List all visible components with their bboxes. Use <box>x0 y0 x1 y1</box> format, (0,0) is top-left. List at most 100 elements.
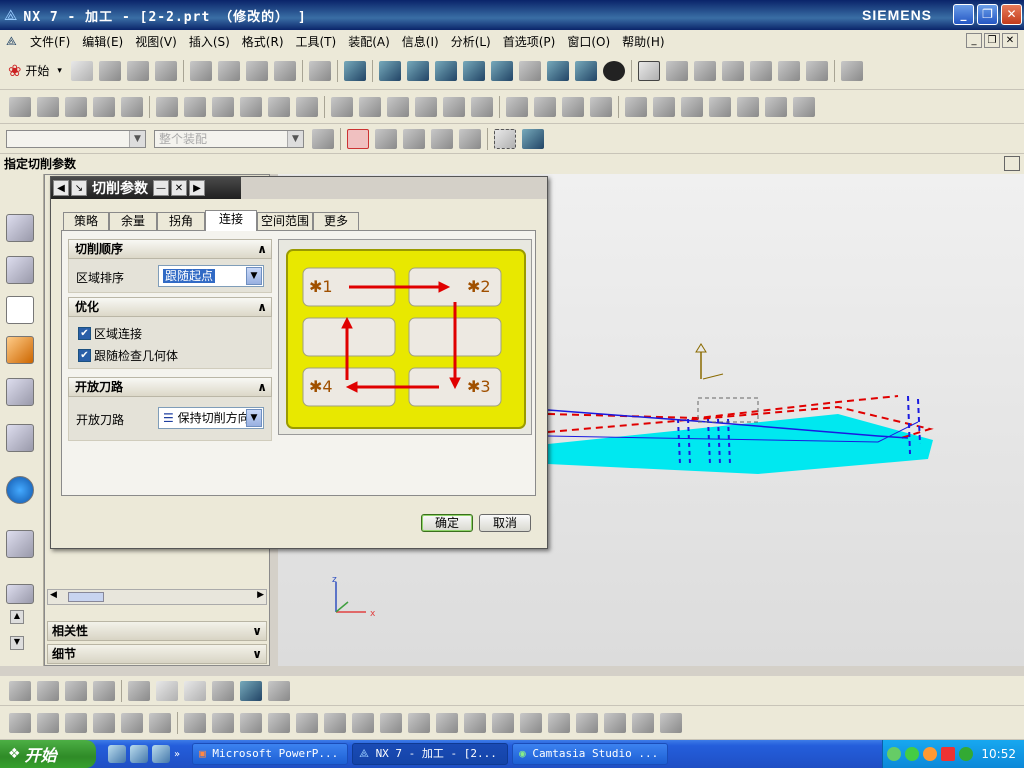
details-section[interactable]: 细节 ∨ <box>47 644 267 664</box>
generate-toolpath-icon[interactable] <box>156 96 178 117</box>
menu-assemblies[interactable]: 装配(A) <box>342 33 396 50</box>
scroll-up-icon[interactable]: ▲ <box>10 610 24 624</box>
scroll-thumb[interactable] <box>68 592 104 602</box>
shop-doc-icon[interactable] <box>359 96 381 117</box>
recorder-icon[interactable] <box>941 747 956 761</box>
scroll-left-icon[interactable]: ◀ <box>50 590 57 600</box>
feature-icon[interactable] <box>184 712 206 733</box>
perspective-icon[interactable] <box>546 60 569 81</box>
shaded-view-icon[interactable] <box>574 60 597 81</box>
tab-containment[interactable]: 空间范围 <box>257 212 313 230</box>
link-icon[interactable] <box>156 680 178 701</box>
reuse-library-icon[interactable] <box>6 336 34 364</box>
feature-icon[interactable] <box>296 712 318 733</box>
security-icon[interactable] <box>905 747 920 761</box>
cut-order-group-header[interactable]: 切削顺序 ∧ <box>68 239 272 259</box>
scroll-right-icon[interactable]: ▶ <box>257 590 264 600</box>
rectangle-select-icon[interactable] <box>494 128 516 149</box>
display-toolpath-icon[interactable] <box>506 96 528 117</box>
horizontal-scrollbar[interactable]: ◀ ▶ <box>47 589 267 605</box>
datum-icon[interactable] <box>665 60 688 81</box>
cutter-icon[interactable] <box>387 96 409 117</box>
feature-icon[interactable] <box>653 96 675 117</box>
machining-icon[interactable] <box>693 60 716 81</box>
feature-icon[interactable] <box>492 712 514 733</box>
tab-connections[interactable]: 连接 <box>205 210 257 231</box>
collapse-icon[interactable]: — <box>153 180 169 196</box>
quicklaunch-more-icon[interactable]: » <box>174 749 180 760</box>
filter-icon[interactable] <box>312 128 334 149</box>
menu-window[interactable]: 窗口(O) <box>561 33 616 50</box>
clock[interactable]: 10:52 <box>981 747 1016 761</box>
menu-file[interactable]: 文件(F) <box>24 33 76 50</box>
network-icon[interactable] <box>887 747 902 761</box>
close-button[interactable]: ✕ <box>1001 4 1022 25</box>
sketch-icon[interactable] <box>128 680 150 701</box>
feature-icon[interactable] <box>352 712 374 733</box>
update-icon[interactable] <box>959 747 974 761</box>
feature-icon[interactable] <box>149 712 171 733</box>
feature-icon[interactable] <box>240 712 262 733</box>
minimize-button[interactable]: _ <box>953 4 974 25</box>
menu-insert[interactable]: 插入(S) <box>183 33 236 50</box>
forward-icon[interactable]: ▶ <box>189 180 205 196</box>
wcs-icon[interactable] <box>637 60 660 81</box>
component-icon[interactable] <box>268 680 290 701</box>
replay-toolpath-icon[interactable] <box>184 96 206 117</box>
feature-edit-icon[interactable] <box>765 96 787 117</box>
tab-stock[interactable]: 余量 <box>109 212 157 230</box>
zoom-icon[interactable] <box>462 60 485 81</box>
select-icon[interactable] <box>777 60 800 81</box>
feature-icon[interactable] <box>121 712 143 733</box>
tab-more[interactable]: 更多 <box>313 212 359 230</box>
dependencies-section[interactable]: 相关性 ∨ <box>47 621 267 641</box>
follow-check-geometry-checkbox[interactable]: ✔ <box>78 349 91 362</box>
tab-strategy[interactable]: 策略 <box>63 212 109 230</box>
tool-icon[interactable] <box>9 680 31 701</box>
cancel-button[interactable]: 取消 <box>479 514 531 532</box>
info-icon[interactable] <box>343 60 366 81</box>
feeds-icon[interactable] <box>443 96 465 117</box>
block-icon[interactable] <box>737 96 759 117</box>
chevron-down-icon[interactable]: ▾ <box>57 66 62 76</box>
start-button[interactable]: ❖ 开始 <box>0 740 96 768</box>
rotate-icon[interactable] <box>490 60 513 81</box>
open-path-select[interactable]: ☰ 保持切削方向 ▼ <box>158 407 264 429</box>
feature-icon[interactable] <box>520 712 542 733</box>
operation-navigator-icon[interactable] <box>6 214 34 242</box>
media-icon[interactable] <box>152 745 170 763</box>
object-icon[interactable] <box>590 96 612 117</box>
create-program-icon[interactable] <box>9 96 31 117</box>
body-rule-icon[interactable] <box>459 128 481 149</box>
measure-icon[interactable] <box>840 60 863 81</box>
open-path-group-header[interactable]: 开放刀路 ∧ <box>68 377 272 397</box>
machine-tool-icon[interactable] <box>6 424 34 452</box>
feature-icon[interactable] <box>324 712 346 733</box>
zoom-area-icon[interactable] <box>434 60 457 81</box>
delete-icon[interactable] <box>273 60 296 81</box>
maximize-button[interactable]: ❐ <box>977 4 998 25</box>
verify-toolpath-icon[interactable] <box>240 96 262 117</box>
save-icon[interactable] <box>126 60 149 81</box>
curve-rule-icon[interactable] <box>403 128 425 149</box>
feature-icon[interactable] <box>65 712 87 733</box>
region-connect-checkbox[interactable]: ✔ <box>78 327 91 340</box>
info-window-icon[interactable] <box>6 476 34 504</box>
doc-minimize-button[interactable]: _ <box>966 33 982 48</box>
type-filter-select[interactable]: ▼ <box>6 129 146 148</box>
create-operation-icon[interactable] <box>121 96 143 117</box>
new-icon[interactable] <box>70 60 93 81</box>
zoom-window-icon[interactable] <box>406 60 429 81</box>
tool-icon[interactable] <box>65 680 87 701</box>
ie-icon[interactable] <box>108 745 126 763</box>
assembly-scope-select[interactable]: 整个装配 ▼ <box>154 129 304 148</box>
machine-tool-icon[interactable] <box>534 96 556 117</box>
menu-information[interactable]: 信息(I) <box>396 33 445 50</box>
messenger-icon[interactable] <box>923 747 938 761</box>
doc-restore-button[interactable]: ❐ <box>984 33 1000 48</box>
menu-format[interactable]: 格式(R) <box>236 33 290 50</box>
replay-icon[interactable] <box>805 60 828 81</box>
menu-edit[interactable]: 编辑(E) <box>76 33 129 50</box>
roles-icon[interactable] <box>6 584 34 604</box>
web-browser-icon[interactable] <box>6 530 34 558</box>
